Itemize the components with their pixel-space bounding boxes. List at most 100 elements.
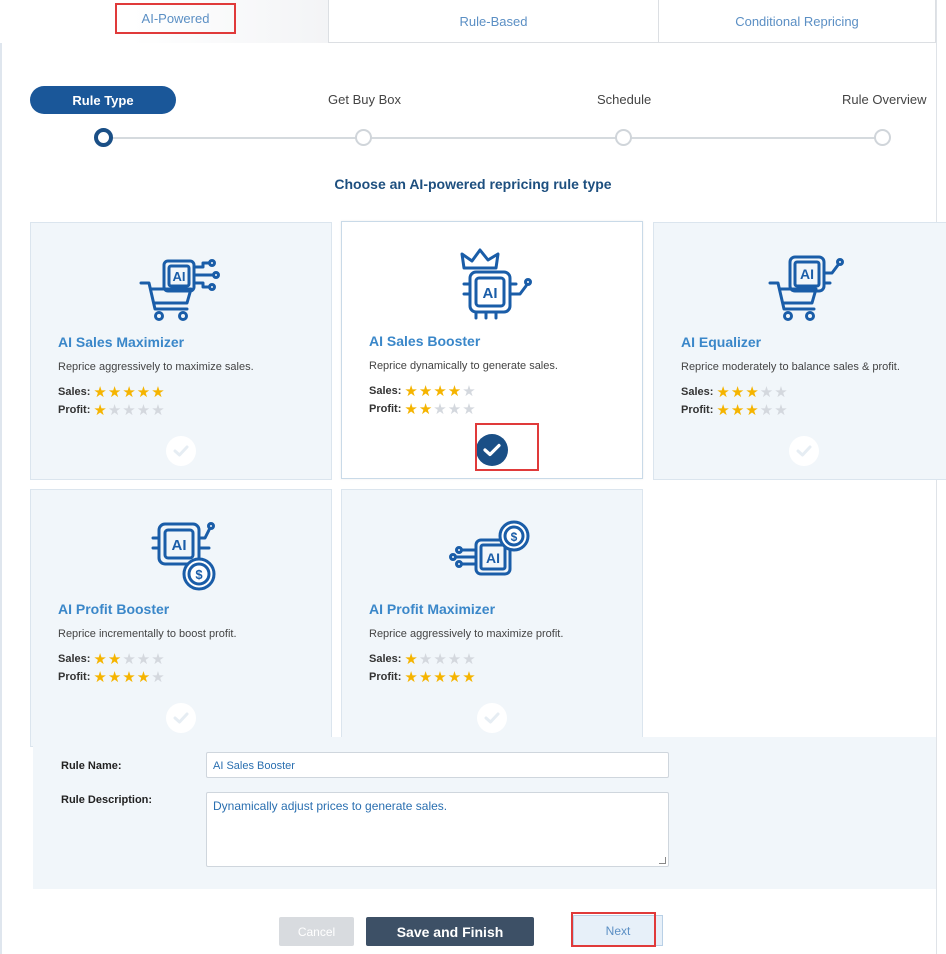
star-empty-icon: ★ (136, 650, 152, 668)
star-empty-icon: ★ (151, 668, 166, 686)
sales-label: Sales: (58, 386, 91, 398)
star-filled-icon: ★ (745, 401, 760, 419)
card-ai-equalizer[interactable]: AI AI Equalizer Reprice moderately to ba… (653, 222, 946, 480)
svg-text:$: $ (195, 567, 203, 582)
star-filled-icon: ★ (136, 668, 152, 686)
star-filled-icon: ★ (433, 382, 448, 400)
profit-rating: Profit: ★★★★★ (681, 401, 789, 419)
sales-stars: ★★★★★ (716, 383, 788, 401)
star-filled-icon: ★ (418, 400, 434, 418)
card-description: Reprice incrementally to boost profit. (58, 628, 237, 640)
sales-label: Sales: (681, 386, 714, 398)
star-empty-icon: ★ (759, 401, 775, 419)
select-check-icon[interactable] (477, 703, 507, 733)
star-filled-icon: ★ (107, 383, 123, 401)
star-empty-icon: ★ (418, 650, 434, 668)
star-filled-icon: ★ (716, 401, 731, 419)
resize-grip-icon[interactable] (659, 857, 666, 864)
star-filled-icon: ★ (433, 668, 448, 686)
svg-text:AI: AI (800, 266, 814, 282)
ai-dollar-icon: AI $ (151, 522, 216, 591)
next-button-highlight (571, 912, 656, 947)
rule-name-label: Rule Name: (61, 760, 122, 772)
profit-stars: ★★★★★ (404, 668, 477, 686)
star-empty-icon: ★ (433, 400, 448, 418)
svg-text:$: $ (511, 530, 518, 544)
step-dot-2 (355, 129, 372, 146)
star-filled-icon: ★ (107, 650, 123, 668)
tab-ai-powered-label[interactable]: AI-Powered (115, 3, 236, 34)
star-filled-icon: ★ (151, 383, 166, 401)
ai-cart-chip-icon: AI (768, 255, 844, 321)
step-dot-3 (615, 129, 632, 146)
svg-text:AI: AI (172, 537, 187, 554)
save-and-finish-button[interactable]: Save and Finish (366, 917, 534, 946)
card-ai-sales-maximizer[interactable]: AI AI Sales Maximizer Reprice aggressive… (30, 222, 332, 480)
sales-rating: Sales: ★★★★★ (58, 383, 166, 401)
star-empty-icon: ★ (462, 650, 477, 668)
sales-stars: ★★★★★ (404, 650, 477, 668)
profit-stars: ★★★★★ (404, 400, 476, 418)
card-title: AI Equalizer (681, 334, 762, 350)
ai-cart-icon: AI (139, 259, 220, 321)
sales-rating: Sales: ★★★★★ (58, 650, 166, 668)
rule-name-input[interactable]: AI Sales Booster (206, 752, 669, 778)
select-check-icon[interactable] (166, 703, 196, 733)
profit-label: Profit: (369, 671, 402, 683)
card-description: Reprice dynamically to generate sales. (369, 360, 558, 372)
tab-rule-based[interactable]: Rule-Based (328, 0, 658, 43)
card-title: AI Sales Booster (369, 333, 481, 349)
select-check-icon[interactable] (166, 436, 196, 466)
profit-label: Profit: (58, 404, 91, 416)
sales-label: Sales: (369, 653, 402, 665)
tab-conditional-repricing[interactable]: Conditional Repricing (658, 0, 936, 43)
profit-stars: ★★★★★ (93, 668, 166, 686)
step-rule-overview: Rule Overview (842, 92, 927, 107)
star-filled-icon: ★ (107, 668, 123, 686)
star-filled-icon: ★ (136, 383, 152, 401)
step-get-buy-box: Get Buy Box (328, 92, 401, 107)
star-filled-icon: ★ (404, 668, 419, 686)
step-schedule: Schedule (597, 92, 652, 107)
star-empty-icon: ★ (759, 383, 775, 401)
card-ai-profit-maximizer[interactable]: AI $ AI Profit Maximizer Reprice aggress… (341, 489, 643, 747)
star-empty-icon: ★ (462, 382, 477, 400)
star-filled-icon: ★ (462, 668, 477, 686)
star-empty-icon: ★ (433, 650, 448, 668)
star-filled-icon: ★ (418, 382, 434, 400)
sales-rating: Sales: ★★★★★ (369, 382, 477, 400)
ai-crown-icon: AI (460, 248, 532, 320)
star-empty-icon: ★ (447, 400, 463, 418)
star-filled-icon: ★ (730, 383, 746, 401)
svg-text:AI: AI (486, 550, 500, 566)
star-empty-icon: ★ (151, 650, 166, 668)
rule-description-textarea[interactable]: Dynamically adjust prices to generate sa… (206, 792, 669, 867)
card-description: Reprice aggressively to maximize profit. (369, 628, 564, 640)
step-dot-1-active (94, 128, 113, 147)
cancel-button[interactable]: Cancel (279, 917, 354, 946)
star-filled-icon: ★ (745, 383, 760, 401)
star-filled-icon: ★ (447, 668, 463, 686)
star-filled-icon: ★ (93, 650, 108, 668)
star-filled-icon: ★ (447, 382, 463, 400)
star-filled-icon: ★ (93, 668, 108, 686)
star-filled-icon: ★ (93, 401, 108, 419)
sales-stars: ★★★★★ (93, 383, 166, 401)
left-border (0, 0, 2, 954)
profit-rating: Profit: ★★★★★ (369, 668, 477, 686)
star-filled-icon: ★ (418, 668, 434, 686)
star-empty-icon: ★ (151, 401, 166, 419)
card-title: AI Sales Maximizer (58, 334, 185, 350)
select-check-icon[interactable] (789, 436, 819, 466)
card-title: AI Profit Maximizer (369, 601, 496, 617)
sales-rating: Sales: ★★★★★ (681, 383, 789, 401)
step-dot-4 (874, 129, 891, 146)
step-rule-type: Rule Type (30, 86, 176, 114)
sales-stars: ★★★★★ (404, 382, 477, 400)
card-ai-profit-booster[interactable]: AI $ AI Profit Booster Reprice increment… (30, 489, 332, 747)
star-filled-icon: ★ (122, 383, 137, 401)
profit-rating: Profit: ★★★★★ (58, 401, 166, 419)
profit-label: Profit: (58, 671, 91, 683)
star-empty-icon: ★ (136, 401, 152, 419)
star-empty-icon: ★ (122, 401, 137, 419)
